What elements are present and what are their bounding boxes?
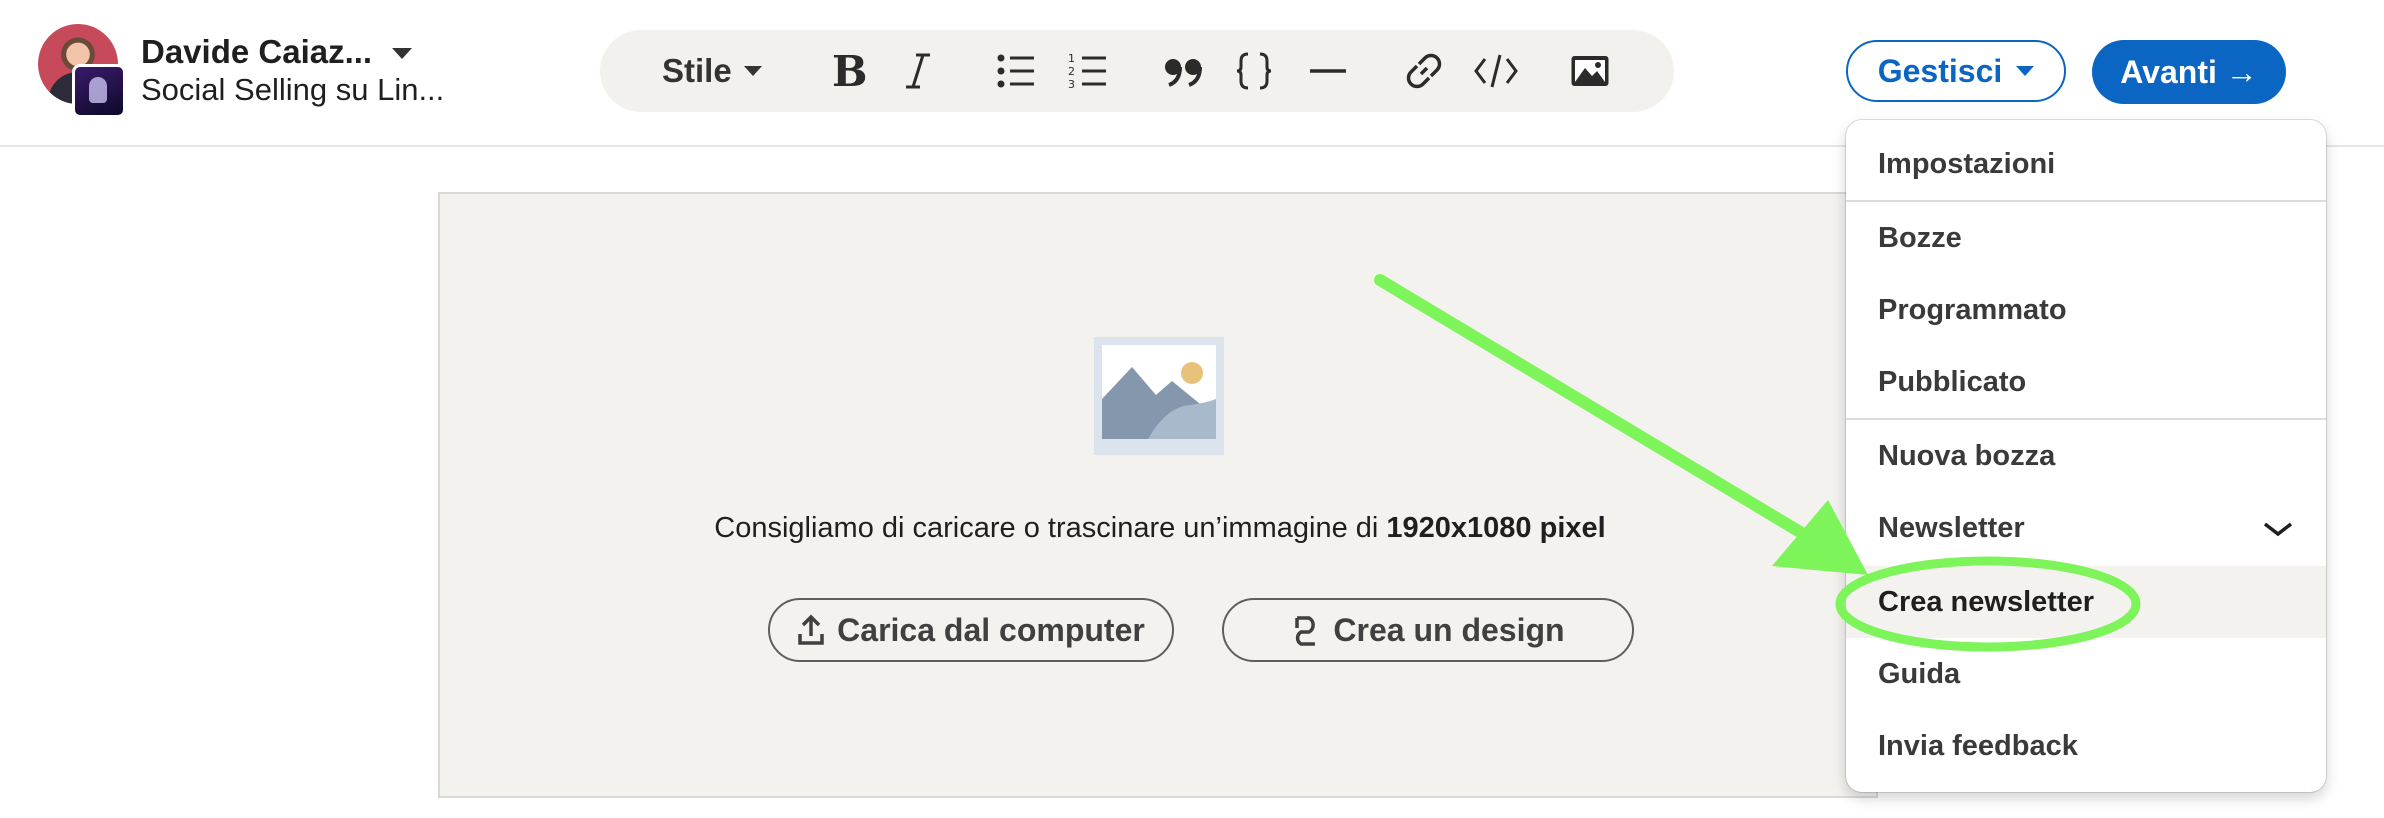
menu-item-scheduled[interactable]: Programmato (1846, 274, 2326, 346)
manage-button[interactable]: Gestisci (1846, 40, 2066, 102)
cover-image-dropzone[interactable]: Consigliamo di caricare o trascinare un’… (438, 192, 1878, 798)
upload-from-computer-button[interactable]: Carica dal computer (768, 598, 1174, 662)
svg-text:B: B (832, 51, 866, 91)
image-icon[interactable] (1568, 45, 1612, 97)
chevron-down-icon (2263, 522, 2293, 537)
svg-text:3: 3 (1068, 78, 1075, 91)
menu-item-new-draft[interactable]: Nuova bozza (1846, 420, 2326, 492)
design-button-label: Crea un design (1333, 611, 1565, 648)
upload-button-label: Carica dal computer (837, 611, 1145, 648)
account-dropdown-caret-icon[interactable] (392, 48, 412, 59)
divider-icon[interactable] (1306, 45, 1350, 97)
menu-item-help[interactable]: Guida (1846, 638, 2326, 710)
image-placeholder-icon (1094, 337, 1224, 460)
manage-button-label: Gestisci (1877, 52, 2003, 89)
chevron-down-icon (2016, 66, 2035, 76)
cover-hint-text: Consigliamo di caricare o trascinare un’… (714, 512, 1387, 544)
style-dropdown-label: Stile (662, 52, 732, 89)
bulleted-list-icon[interactable] (994, 45, 1038, 97)
menu-item-send-feedback[interactable]: Invia feedback (1846, 710, 2326, 782)
quote-icon[interactable] (1162, 45, 1206, 97)
svg-text:2: 2 (1068, 65, 1075, 78)
cover-image-hint: Consigliamo di caricare o trascinare un’… (440, 512, 1880, 545)
account-avatar[interactable] (38, 24, 126, 118)
italic-icon[interactable] (898, 45, 938, 97)
code-block-icon[interactable] (1232, 45, 1276, 97)
page-avatar-badge (72, 64, 126, 118)
menu-item-settings[interactable]: Impostazioni (1846, 128, 2326, 200)
link-icon[interactable] (1402, 45, 1446, 97)
numbered-list-icon[interactable]: 1 2 3 (1066, 45, 1110, 97)
menu-item-create-newsletter[interactable]: Crea newsletter (1846, 566, 2326, 638)
create-design-button[interactable]: Crea un design (1222, 598, 1634, 662)
next-button[interactable]: Avanti → (2092, 40, 2286, 104)
cover-hint-size: 1920x1080 pixel (1386, 512, 1606, 544)
formatting-toolbar: Stile B 1 2 3 (600, 30, 1674, 112)
manage-dropdown-menu: Impostazioni Bozze Programmato Pubblicat… (1846, 120, 2326, 792)
chevron-down-icon (743, 66, 762, 76)
next-button-label: Avanti → (2120, 53, 2258, 90)
menu-item-drafts[interactable]: Bozze (1846, 202, 2326, 274)
embed-icon[interactable] (1472, 45, 1520, 97)
menu-item-published[interactable]: Pubblicato (1846, 346, 2326, 418)
account-subtitle: Social Selling su Lin... (141, 72, 445, 107)
upload-icon (798, 614, 824, 645)
svg-text:1: 1 (1068, 52, 1075, 65)
bold-icon[interactable]: B (826, 45, 870, 97)
account-name[interactable]: Davide Caiaz... (141, 33, 372, 71)
menu-item-newsletter[interactable]: Newsletter (1846, 492, 2326, 564)
style-dropdown[interactable]: Stile (662, 45, 762, 97)
design-tool-icon (1295, 616, 1316, 646)
